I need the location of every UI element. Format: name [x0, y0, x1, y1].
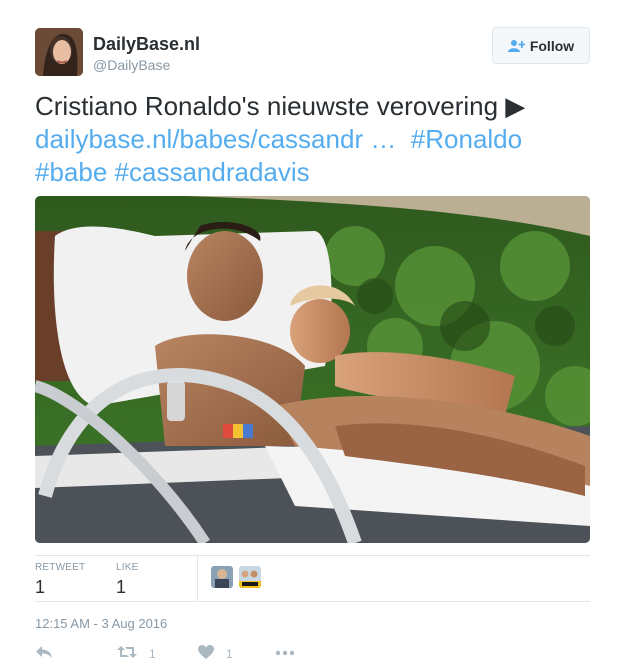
hashtag-ronaldo[interactable]: #Ronaldo: [411, 124, 522, 154]
hashtag-cassandradavis[interactable]: #cassandradavis: [115, 157, 310, 187]
timestamp[interactable]: 12:15 AM - 3 Aug 2016: [35, 616, 167, 631]
stats-divider-bottom: [35, 601, 590, 602]
follow-button[interactable]: Follow: [492, 27, 590, 64]
liker-avatar[interactable]: [239, 566, 261, 588]
like-label: LIKE: [116, 562, 139, 573]
stats-divider-top: [35, 555, 590, 556]
reply-button[interactable]: [35, 645, 53, 662]
reply-icon: [35, 645, 53, 662]
tweet-photo[interactable]: [35, 196, 590, 543]
heart-icon: [198, 645, 214, 662]
like-count: 1: [116, 577, 127, 597]
liker-avatar[interactable]: [211, 566, 233, 588]
like-button[interactable]: 1: [198, 645, 233, 662]
tweet-card: DailyBase.nl @DailyBase Follow Cristiano…: [0, 0, 620, 665]
follow-label: Follow: [529, 37, 575, 54]
retweet-button[interactable]: 1: [117, 645, 156, 662]
account-handle[interactable]: @DailyBase: [93, 57, 170, 73]
add-user-icon: [507, 39, 525, 53]
retweet-label: RETWEET: [35, 562, 86, 573]
stats-divider: [197, 555, 198, 601]
retweet-stat[interactable]: RETWEET 1: [35, 562, 85, 598]
retweet-icon: [117, 645, 137, 662]
avatar[interactable]: [35, 28, 83, 76]
action-like-count: 1: [226, 646, 233, 661]
hashtag-babe[interactable]: #babe: [35, 157, 107, 187]
tweet-text: Cristiano Ronaldo's nieuwste verovering …: [35, 90, 595, 189]
more-button[interactable]: [275, 645, 295, 659]
tweet-body: Cristiano Ronaldo's nieuwste verovering …: [35, 91, 526, 121]
more-icon: [275, 645, 295, 659]
like-stat[interactable]: LIKE 1: [116, 562, 138, 598]
tweet-link[interactable]: dailybase.nl/babes/cassandr …: [35, 124, 396, 154]
retweet-count: 1: [35, 577, 46, 597]
action-retweet-count: 1: [149, 646, 156, 661]
account-name[interactable]: DailyBase.nl: [93, 34, 200, 55]
